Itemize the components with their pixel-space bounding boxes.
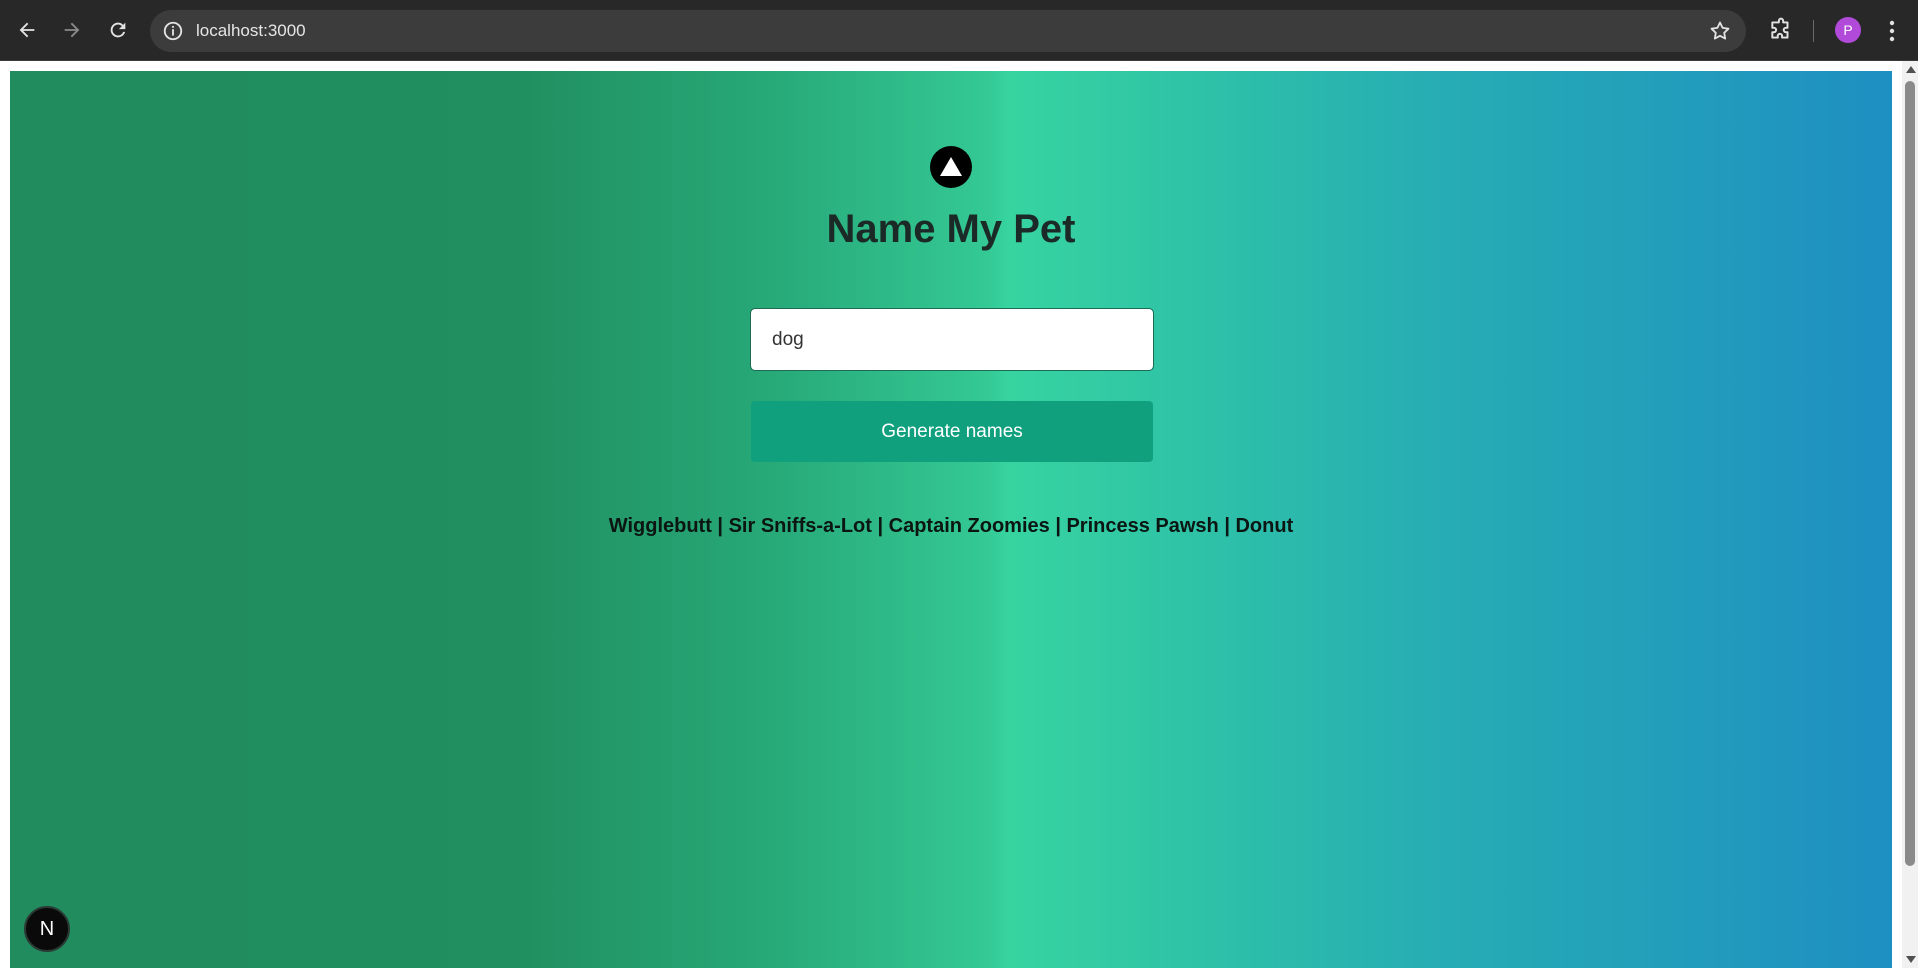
reload-icon [110,22,126,38]
toolbar-divider [1813,20,1814,42]
scroll-down-arrow-icon[interactable] [1906,956,1916,963]
triangle-logo-icon [940,157,962,176]
puzzle-piece-icon[interactable] [1768,17,1794,43]
bookmark-star-icon[interactable] [1708,19,1732,43]
browser-toolbar: localhost:3000 P [0,0,1918,61]
generated-names-result: Wigglebutt | Sir Sniffs-a-Lot | Captain … [608,515,1294,537]
app-page: Name My Pet Generate names Wigglebutt | … [10,71,1892,968]
scroll-up-arrow-icon[interactable] [1906,66,1916,73]
page-title: Name My Pet [826,207,1076,251]
site-info-icon[interactable] [162,20,184,42]
forward-button[interactable] [55,13,89,47]
nextjs-dev-badge[interactable]: N [24,906,70,952]
url-text[interactable]: localhost:3000 [196,21,306,41]
animal-input[interactable] [750,308,1154,371]
address-bar[interactable]: localhost:3000 [150,10,1746,52]
kebab-menu-icon[interactable] [1885,17,1899,45]
profile-avatar[interactable]: P [1835,17,1861,43]
reload-button[interactable] [101,13,135,47]
forward-arrow-icon [64,22,80,38]
scrollbar-thumb[interactable] [1905,81,1915,866]
back-button[interactable] [10,13,44,47]
generate-names-button[interactable]: Generate names [751,401,1153,462]
back-arrow-icon [19,22,35,38]
app-logo [930,146,972,188]
page-scrollbar[interactable] [1902,61,1918,968]
